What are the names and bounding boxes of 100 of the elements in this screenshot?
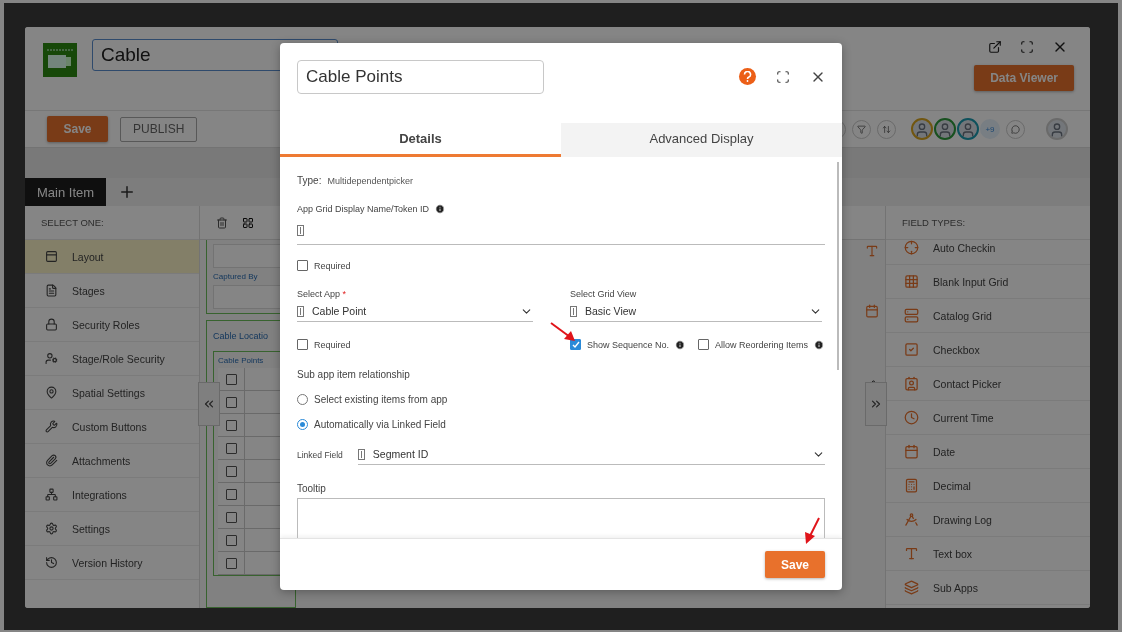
- sidebar-label: Custom Buttons: [72, 420, 147, 433]
- field-type-label: Text box: [933, 547, 973, 560]
- row-checkbox[interactable]: [225, 465, 237, 477]
- fullscreen-icon[interactable]: [1020, 40, 1034, 54]
- field-type-item[interactable]: Current Time: [886, 401, 1090, 435]
- save-button[interactable]: Save: [765, 551, 825, 578]
- field-type-label: Date: [933, 445, 956, 458]
- select-field[interactable]: Basic View: [570, 301, 822, 322]
- field-type-label: Current Time: [933, 411, 994, 424]
- paperclip-icon: [45, 454, 58, 467]
- field-label: Tooltip: [297, 483, 327, 494]
- checkbox-label: Required: [314, 260, 351, 271]
- field-type-label: Checkbox: [933, 343, 980, 356]
- user-avatar[interactable]: [1046, 118, 1068, 140]
- grid-title: Cable Points: [218, 356, 265, 365]
- trash-icon[interactable]: [216, 216, 228, 229]
- checkbox[interactable]: [297, 260, 308, 271]
- sidebar-label: Settings: [72, 522, 110, 535]
- field-type-item[interactable]: Sub Apps: [886, 571, 1090, 605]
- row-checkbox[interactable]: [225, 557, 237, 569]
- dialog-title-field[interactable]: Cable Points: [297, 60, 544, 94]
- info-icon[interactable]: [435, 204, 446, 214]
- double-chevron-left-icon: [202, 397, 216, 411]
- compass-icon: [904, 512, 919, 527]
- text-icon: [865, 244, 879, 258]
- type-value: Multidependentpicker: [327, 175, 414, 186]
- field-type-item[interactable]: Blank Input Grid: [886, 265, 1090, 299]
- section-title: Cable Locatio: [213, 330, 270, 343]
- dialog-tab[interactable]: Details: [280, 123, 561, 157]
- calculator-icon: [904, 478, 919, 493]
- field-type-label: Catalog Grid: [933, 309, 992, 322]
- sidebar-label: Spatial Settings: [72, 386, 145, 399]
- annotation-arrow: [804, 517, 820, 545]
- collapse-right-button[interactable]: [865, 382, 887, 426]
- collapse-left-button[interactable]: [198, 382, 220, 426]
- layout-icon: [45, 250, 58, 263]
- field-label: Select App *: [297, 289, 348, 299]
- publish-button[interactable]: PUBLISH: [120, 116, 198, 142]
- layers-icon: [904, 580, 919, 595]
- sidebar-label: Attachments: [72, 454, 131, 467]
- field-type-label: Sub Apps: [933, 581, 978, 594]
- grid-icon[interactable]: [242, 216, 254, 229]
- double-chevron-right-icon: [869, 397, 883, 411]
- field-type-item[interactable]: Auto Checkin: [886, 231, 1090, 265]
- checkbox-label: Allow Reordering Items: [715, 339, 809, 350]
- user-avatar: [957, 118, 979, 140]
- checkbox-icon: [904, 342, 919, 357]
- data-viewer-button[interactable]: Data Viewer: [974, 65, 1074, 91]
- network-icon: [45, 488, 58, 501]
- grid-icon: [904, 274, 919, 289]
- field-type-label: Auto Checkin: [933, 241, 996, 254]
- row-checkbox[interactable]: [225, 419, 237, 431]
- tooltip-field[interactable]: [297, 498, 825, 538]
- checkbox-label: Show Sequence No.: [587, 339, 670, 350]
- server-icon: [904, 308, 919, 323]
- text-icon: [904, 546, 919, 561]
- checkbox[interactable]: [297, 339, 308, 350]
- field-type-item[interactable]: Drawing Log: [886, 503, 1090, 537]
- settings-icon: [45, 522, 58, 535]
- row-checkbox[interactable]: [225, 511, 237, 523]
- field-type-item[interactable]: Date: [886, 435, 1090, 469]
- field-type-label: Decimal: [933, 479, 971, 492]
- field-type-item[interactable]: Contact Picker: [886, 367, 1090, 401]
- sidebar-label: Layout: [72, 250, 104, 263]
- section-label: Sub app item relationship: [297, 369, 411, 380]
- checkbox[interactable]: [698, 339, 709, 350]
- field-type-label: Contact Picker: [933, 377, 1002, 390]
- wrench-icon: [45, 420, 58, 433]
- field-label: Linked Field: [297, 449, 343, 460]
- sidebar-item[interactable]: Layout: [25, 240, 199, 274]
- fullscreen-icon[interactable]: [776, 69, 790, 84]
- field-type-item[interactable]: Decimal: [886, 469, 1090, 503]
- select-field[interactable]: Cable Point: [297, 301, 533, 322]
- token-icon: [357, 448, 365, 460]
- crosshair-icon: [904, 240, 919, 255]
- save-button[interactable]: Save: [47, 116, 108, 142]
- map-pin-icon: [45, 386, 58, 399]
- field-type-item[interactable]: Checkbox: [886, 333, 1090, 367]
- info-icon[interactable]: [814, 339, 825, 350]
- clock-icon: [904, 410, 919, 425]
- field-type-label: Blank Input Grid: [933, 275, 1009, 288]
- help-icon[interactable]: [739, 68, 756, 85]
- select-field[interactable]: Segment ID: [357, 444, 825, 465]
- sidebar-label: Version History: [72, 556, 143, 569]
- checkbox[interactable]: [570, 339, 581, 350]
- row-checkbox[interactable]: [225, 488, 237, 500]
- field-type-item[interactable]: Catalog Grid: [886, 299, 1090, 333]
- row-checkbox[interactable]: [225, 396, 237, 408]
- document-icon: [45, 284, 58, 297]
- row-checkbox[interactable]: [225, 373, 237, 385]
- external-link-icon[interactable]: [988, 40, 1002, 54]
- field-type-item[interactable]: Text box: [886, 537, 1090, 571]
- radio-label: Select existing items from app: [314, 394, 448, 405]
- row-checkbox[interactable]: [225, 534, 237, 546]
- radio-label: Automatically via Linked Field: [314, 419, 446, 430]
- token-icon: [297, 224, 304, 236]
- info-icon[interactable]: [675, 339, 686, 350]
- field-label: App Grid Display Name/Token ID: [297, 204, 430, 214]
- main-item-tab[interactable]: Main Item: [25, 178, 107, 206]
- row-checkbox[interactable]: [225, 442, 237, 454]
